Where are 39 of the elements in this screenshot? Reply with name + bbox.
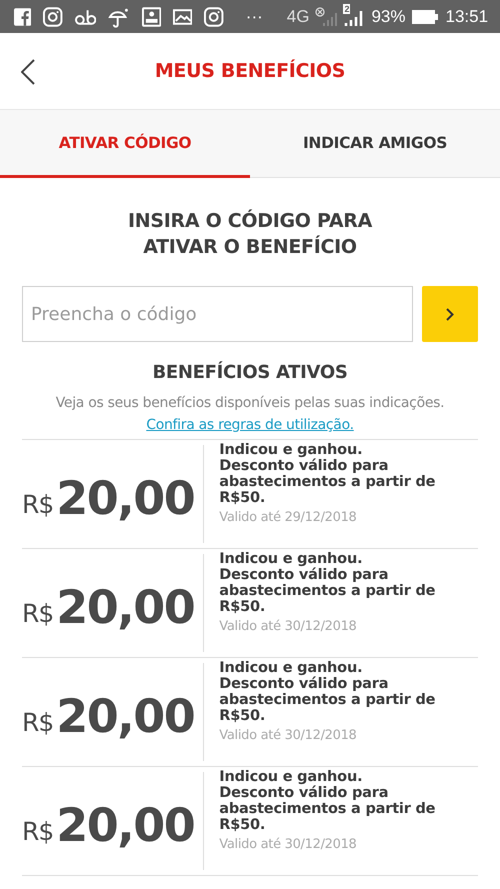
network-type: 4G	[286, 6, 310, 26]
benefit-amount: 20,00	[56, 471, 194, 525]
tab[interactable]: INDICAR AMIGOS	[250, 110, 500, 178]
more-notifications: ···	[246, 6, 263, 26]
description-text: Veja os seus benefícios disponíveis pelas suas indicações.	[54, 395, 446, 411]
facebook-icon	[14, 8, 32, 26]
benefit-description: Indicou e ganhou. Desconto válido para abastecimentos a partir de R$50.	[219, 551, 436, 615]
voicemail-icon	[74, 8, 96, 26]
section-heading: BENEFÍCIOS ATIVOS	[151, 362, 349, 383]
camera-icon	[204, 6, 224, 26]
benefit-description: Indicou e ganhou. Desconto válido para abastecimentos a partir de R$50.	[219, 442, 436, 506]
validity-date: Valido até 30/12/2018	[219, 728, 358, 743]
currency-symbol: R$	[22, 708, 54, 736]
currency-symbol: R$	[22, 598, 54, 628]
validity-date: Valido até 30/12/2018	[219, 837, 358, 852]
benefit-description: Indicou e ganhou. Desconto válido para abastecimentos a partir de R$50.	[219, 769, 436, 833]
back-icon	[21, 59, 35, 85]
sim-number: 2	[343, 4, 350, 14]
benefit-description: Indicou e ganhou. Desconto válido para abastecimentos a partir de R$50.	[219, 660, 436, 724]
record-icon	[142, 6, 161, 26]
benefit-amount: 20,00	[56, 798, 194, 852]
benefit-amount: 20,00	[56, 580, 194, 634]
code-input-field[interactable]: Preencha o código	[22, 286, 413, 342]
chevron-right-icon	[446, 308, 454, 320]
validity-date: Valido até 30/12/2018	[219, 619, 358, 634]
camera-icon	[43, 6, 63, 26]
section-heading: INSIRA O CÓDIGO PARA ATIVAR O BENEFÍCIO	[127, 208, 374, 260]
battery-icon	[411, 8, 440, 24]
rules-link[interactable]: Confira as regras de utilização.	[146, 417, 354, 433]
clock: 13:51	[445, 6, 488, 26]
currency-symbol: R$	[22, 490, 54, 518]
validity-date: Valido até 29/12/2018	[219, 510, 358, 525]
benefit-amount: 20,00	[56, 689, 194, 743]
image-icon	[172, 8, 192, 24]
no-signal-icon	[315, 6, 338, 26]
page-title: MEUS BENEFÍCIOS	[154, 60, 346, 82]
battery-level: 93%	[371, 6, 406, 26]
tab[interactable]: ATIVAR CÓDIGO	[0, 110, 250, 178]
currency-symbol: R$	[22, 816, 54, 846]
